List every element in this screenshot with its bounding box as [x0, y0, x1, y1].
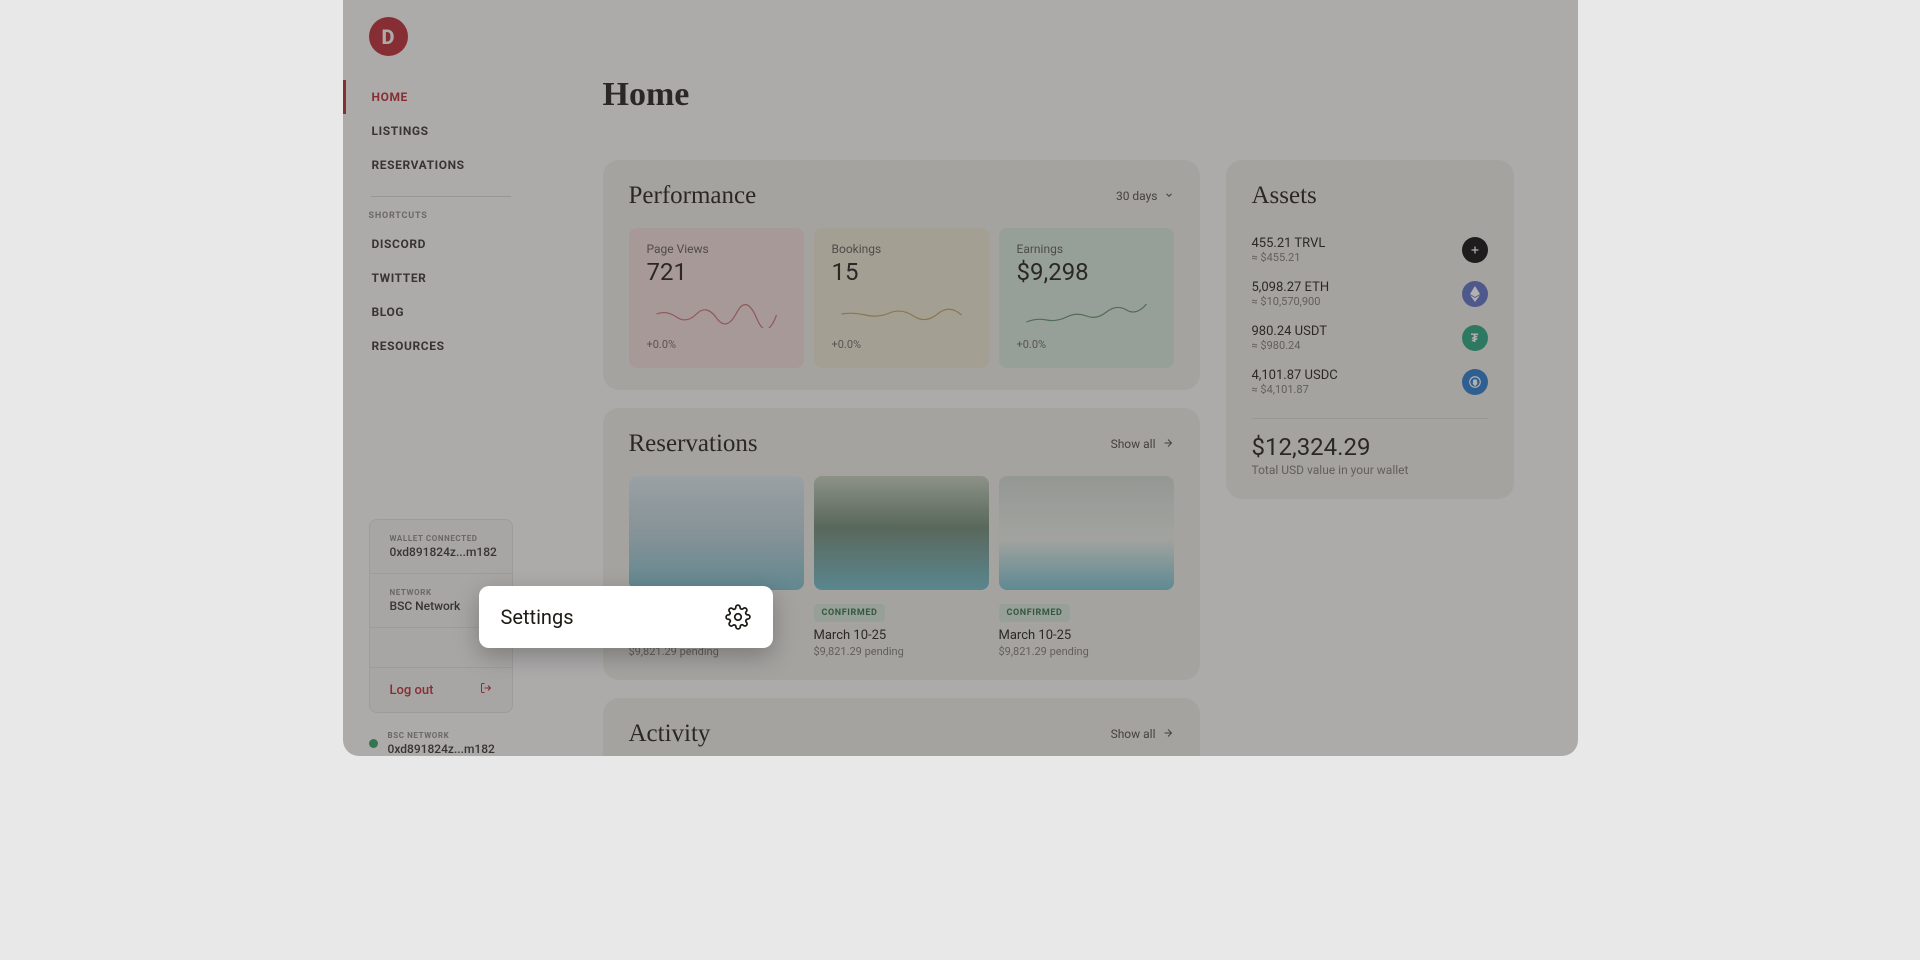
- gear-icon: [725, 604, 751, 630]
- wallet-network-value: BSC Network: [390, 599, 492, 613]
- asset-row-usdt: 980.24 USDT ≈ $980.24 ₮: [1252, 316, 1488, 360]
- nav-item-reservations[interactable]: Reservations: [343, 148, 539, 182]
- app-window: D Home Listings Reservations Shortcuts D…: [343, 0, 1578, 756]
- activity-show-all[interactable]: Show all: [1111, 727, 1174, 742]
- activity-title: Activity: [629, 720, 711, 748]
- status-badge: Confirmed: [814, 604, 886, 622]
- logo[interactable]: D: [369, 17, 408, 56]
- status-dot-icon: [369, 739, 378, 748]
- footer-network: BSC Network 0xd891824z...m182: [343, 713, 539, 756]
- reservation-title: March 10-25: [814, 628, 989, 643]
- reservations-title: Reservations: [629, 430, 758, 458]
- assets-panel: Assets 455.21 TRVL ≈ $455.21 5,098.27 ET…: [1226, 160, 1514, 499]
- nav-item-listings[interactable]: Listings: [343, 114, 539, 148]
- asset-amount: 980.24 USDT: [1252, 324, 1327, 339]
- sparkline-icon: [832, 300, 971, 328]
- reservation-sub: $9,821.29 pending: [999, 645, 1174, 658]
- perf-label: Bookings: [832, 242, 971, 256]
- trvl-icon: [1462, 237, 1488, 263]
- assets-title: Assets: [1252, 182, 1317, 210]
- shortcut-blog[interactable]: Blog: [343, 295, 539, 329]
- usdc-icon: $: [1462, 369, 1488, 395]
- reservation-card[interactable]: Confirmed March 10-25 $9,821.29 pending: [999, 476, 1174, 658]
- reservation-image: [999, 476, 1174, 590]
- asset-row-trvl: 455.21 TRVL ≈ $455.21: [1252, 228, 1488, 272]
- usdt-icon: ₮: [1462, 325, 1488, 351]
- asset-amount: 4,101.87 USDC: [1252, 368, 1338, 383]
- perf-label: Page Views: [647, 242, 786, 256]
- wallet-connected-section: Wallet Connected 0xd891824z...m182: [370, 520, 512, 574]
- reservation-card[interactable]: Confirmed March 10-25 $9,821.29 pending: [814, 476, 989, 658]
- perf-card-earnings[interactable]: Earnings $9,298 +0.0%: [999, 228, 1174, 368]
- perf-pct: +0.0%: [1017, 338, 1156, 351]
- sidebar-divider: [371, 196, 511, 197]
- perf-label: Earnings: [1017, 242, 1156, 256]
- perf-pct: +0.0%: [832, 338, 971, 351]
- settings-tooltip-label: Settings: [501, 605, 574, 629]
- asset-amount: 455.21 TRVL: [1252, 236, 1326, 251]
- assets-total-label: Total USD value in your wallet: [1252, 463, 1488, 477]
- performance-panel: Performance 30 days Page Views 721: [603, 160, 1200, 390]
- reservation-sub: $9,821.29 pending: [814, 645, 989, 658]
- logout-button[interactable]: Log out: [370, 668, 512, 712]
- perf-value: $9,298: [1017, 258, 1156, 286]
- reservation-image: [814, 476, 989, 590]
- shortcut-resources[interactable]: Resources: [343, 329, 539, 363]
- reservations-show-all[interactable]: Show all: [1111, 437, 1174, 452]
- asset-usd: ≈ $980.24: [1252, 339, 1327, 352]
- logout-label: Log out: [390, 683, 434, 698]
- eth-icon: [1462, 281, 1488, 307]
- perf-card-bookings[interactable]: Bookings 15 +0.0%: [814, 228, 989, 368]
- reservation-image: [629, 476, 804, 590]
- wallet-network-label: Network: [390, 588, 492, 597]
- sparkline-icon: [1017, 300, 1156, 328]
- arrow-right-icon: [1162, 727, 1174, 742]
- chevron-down-icon: [1164, 189, 1174, 203]
- settings-tooltip[interactable]: Settings: [479, 586, 773, 648]
- shortcut-twitter[interactable]: Twitter: [343, 261, 539, 295]
- range-label: 30 days: [1116, 189, 1158, 203]
- logout-icon: [480, 682, 492, 698]
- wallet-connected-label: Wallet Connected: [390, 534, 492, 543]
- assets-total: $12,324.29: [1252, 433, 1488, 461]
- nav-item-home[interactable]: Home: [343, 80, 539, 114]
- footer-address: 0xd891824z...m182: [388, 742, 495, 756]
- asset-row-usdc: 4,101.87 USDC ≈ $4,101.87 $: [1252, 360, 1488, 404]
- perf-value: 721: [647, 258, 786, 286]
- asset-usd: ≈ $455.21: [1252, 251, 1326, 264]
- assets-divider: [1252, 418, 1488, 419]
- asset-row-eth: 5,098.27 ETH ≈ $10,570,900: [1252, 272, 1488, 316]
- asset-amount: 5,098.27 ETH: [1252, 280, 1330, 295]
- svg-text:$: $: [1473, 379, 1477, 386]
- perf-value: 15: [832, 258, 971, 286]
- status-badge: Confirmed: [999, 604, 1071, 622]
- logo-letter: D: [382, 25, 395, 49]
- asset-usd: ≈ $10,570,900: [1252, 295, 1330, 308]
- perf-card-pageviews[interactable]: Page Views 721 +0.0%: [629, 228, 804, 368]
- wallet-address: 0xd891824z...m182: [390, 545, 492, 559]
- shortcuts-label: Shortcuts: [343, 211, 539, 227]
- range-selector[interactable]: 30 days: [1116, 189, 1174, 203]
- perf-pct: +0.0%: [647, 338, 786, 351]
- shortcut-discord[interactable]: Discord: [343, 227, 539, 261]
- footer-network-label: BSC Network: [388, 731, 495, 740]
- show-all-label: Show all: [1111, 727, 1156, 741]
- performance-title: Performance: [629, 182, 757, 210]
- arrow-right-icon: [1162, 437, 1174, 452]
- page-title: Home: [603, 76, 1514, 114]
- asset-usd: ≈ $4,101.87: [1252, 383, 1338, 396]
- sparkline-icon: [647, 300, 786, 328]
- show-all-label: Show all: [1111, 437, 1156, 451]
- activity-panel: Activity Show all New reservation: [603, 698, 1200, 756]
- reservation-title: March 10-25: [999, 628, 1174, 643]
